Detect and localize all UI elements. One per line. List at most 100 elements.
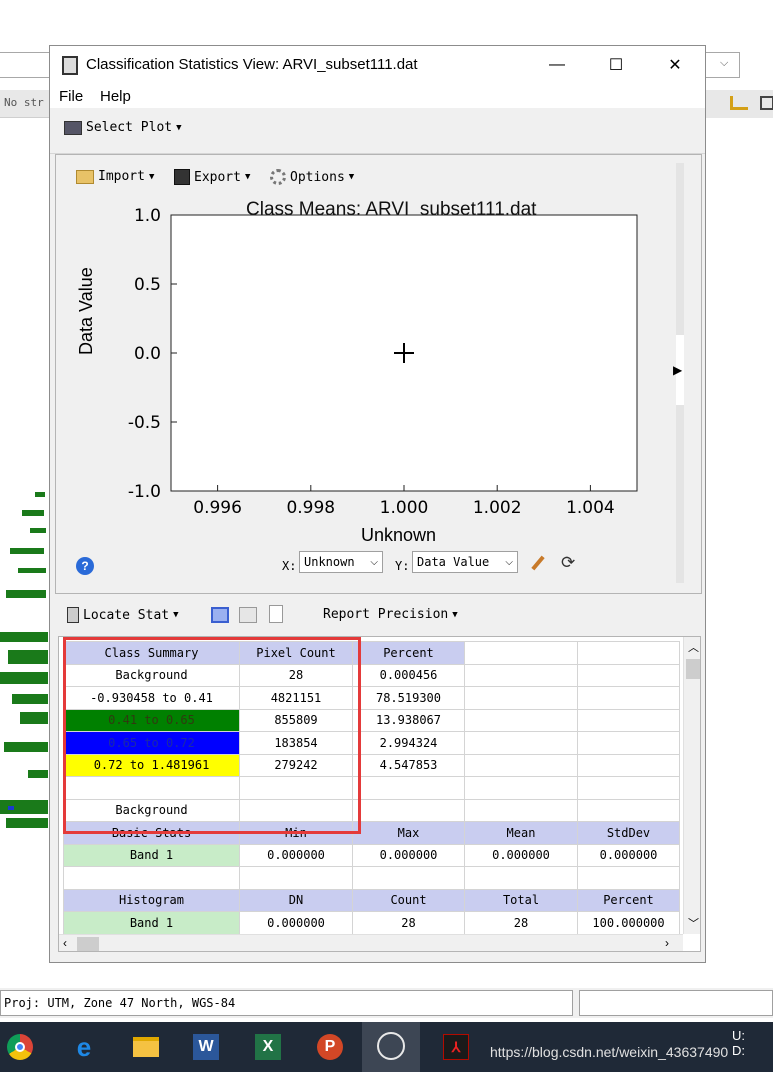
band-label[interactable]: Band 1 xyxy=(63,843,240,867)
pixel-count[interactable]: 279242 xyxy=(239,753,353,777)
class-label[interactable]: -0.930458 to 0.41 xyxy=(63,686,240,710)
stat-min[interactable]: 0.000000 xyxy=(239,843,353,867)
stat-max[interactable]: 0.000000 xyxy=(352,843,465,867)
column-header[interactable]: Percent xyxy=(352,641,465,665)
brush-icon[interactable] xyxy=(528,553,546,571)
minimize-button[interactable]: — xyxy=(534,46,580,84)
taskbar: e W X P ⅄ https://blog.csdn.net/weixin_4… xyxy=(0,1022,773,1072)
stat-mean[interactable]: 0.000000 xyxy=(464,843,578,867)
envi-icon xyxy=(377,1032,405,1060)
section-label[interactable]: Background xyxy=(63,798,240,822)
envi-taskbar-active[interactable] xyxy=(362,1022,420,1072)
chevron-right-icon[interactable]: › xyxy=(665,936,669,950)
excel-icon[interactable]: X xyxy=(250,1029,286,1065)
copy-icon[interactable] xyxy=(269,605,283,623)
refresh-icon[interactable]: ⟳ xyxy=(561,553,575,573)
window-title: Classification Statistics View: ARVI_sub… xyxy=(86,56,418,73)
report-precision-button[interactable]: Report Precision ▼ xyxy=(323,607,458,622)
column-header[interactable]: Mean xyxy=(464,821,578,845)
chevron-down-icon[interactable]: ﹀ xyxy=(688,915,699,931)
menu-help[interactable]: Help xyxy=(100,88,131,105)
system-tray: U: D: xyxy=(732,1028,745,1058)
table-horizontal-scrollbar[interactable]: ‹ › xyxy=(59,934,683,951)
y-tick-label: -0.5 xyxy=(128,413,161,433)
table-row: Band 1 0.000000 0.000000 0.000000 0.0000… xyxy=(63,843,680,867)
pixel-count[interactable]: 28 xyxy=(239,663,353,687)
hist-total[interactable]: 28 xyxy=(464,911,578,935)
select-plot-button[interactable]: Select Plot ▼ xyxy=(64,120,182,135)
status-field-right xyxy=(579,990,773,1016)
class-label[interactable]: 0.72 to 1.481961 xyxy=(63,753,240,777)
column-header[interactable]: StdDev xyxy=(577,821,680,845)
column-header[interactable]: Max xyxy=(352,821,465,845)
band-label[interactable]: Band 1 xyxy=(63,911,240,935)
column-header[interactable]: Total xyxy=(464,888,578,912)
edge-icon[interactable]: e xyxy=(66,1029,102,1065)
percent[interactable]: 13.938067 xyxy=(352,708,465,732)
select-plot-label: Select Plot xyxy=(86,120,173,135)
tray-text: U: xyxy=(732,1028,745,1043)
column-header[interactable]: Min xyxy=(239,821,353,845)
table-vertical-scrollbar[interactable]: ︿ ﹀ xyxy=(683,637,700,934)
table-row: -0.930458 to 0.41 4821151 78.519300 xyxy=(63,686,680,710)
class-label[interactable]: 0.65 to 0.72 xyxy=(63,731,240,755)
y-selector-label: Y: xyxy=(395,559,410,573)
menu-bar: File Help xyxy=(50,84,705,108)
hist-percent[interactable]: 100.000000 xyxy=(577,911,680,935)
column-header[interactable]: Class Summary xyxy=(63,641,240,665)
percent[interactable]: 2.994324 xyxy=(352,731,465,755)
chrome-icon[interactable] xyxy=(2,1029,38,1065)
word-icon[interactable]: W xyxy=(188,1029,224,1065)
y-tick-label: -1.0 xyxy=(128,482,161,502)
menu-file[interactable]: File xyxy=(59,88,83,105)
ruler-icon xyxy=(730,96,748,110)
column-header[interactable]: Percent xyxy=(577,888,680,912)
acrobat-icon[interactable]: ⅄ xyxy=(438,1029,474,1065)
chart-svg[interactable]: 0.996 0.998 1.000 1.002 1.004 1.0 0.5 0.0 -0.5 -1… xyxy=(56,155,676,555)
pixel-count[interactable]: 855809 xyxy=(239,708,353,732)
pixel-count[interactable]: 4821151 xyxy=(239,686,353,710)
scrollbar-thumb[interactable] xyxy=(686,659,700,679)
title-bar: Classification Statistics View: ARVI_sub… xyxy=(50,46,705,84)
table-view-icon[interactable] xyxy=(211,607,229,623)
chevron-down-icon: ⌵ xyxy=(370,556,378,568)
maximize-button[interactable]: ☐ xyxy=(593,46,639,84)
hist-dn[interactable]: 0.000000 xyxy=(239,911,353,935)
y-axis-select[interactable]: Data Value ⌵ xyxy=(412,551,518,573)
chevron-left-icon[interactable]: ‹ xyxy=(63,936,67,950)
collapse-arrow-icon[interactable]: ▶ xyxy=(673,363,682,377)
close-button[interactable]: ✕ xyxy=(652,46,698,84)
powerpoint-icon[interactable]: P xyxy=(312,1029,348,1065)
background-combo-left xyxy=(0,52,50,78)
table-row: Basic Stats Min Max Mean StdDev xyxy=(63,821,680,845)
help-icon[interactable]: ? xyxy=(76,557,94,575)
column-header[interactable]: Count xyxy=(352,888,465,912)
stat-stddev[interactable]: 0.000000 xyxy=(577,843,680,867)
column-header[interactable]: DN xyxy=(239,888,353,912)
chevron-down-icon: ▼ xyxy=(452,609,458,620)
background-combo-right: ⌵ xyxy=(706,52,740,78)
chevron-up-icon[interactable]: ︿ xyxy=(688,639,699,655)
status-bar: Proj: UTM, Zone 47 North, WGS-84 xyxy=(0,988,773,1018)
x-axis-select[interactable]: Unknown ⌵ xyxy=(299,551,383,573)
scrollbar-thumb[interactable] xyxy=(77,937,99,951)
hist-count[interactable]: 28 xyxy=(352,911,465,935)
table-row: Histogram DN Count Total Percent xyxy=(63,888,680,912)
classification-stats-window: Classification Statistics View: ARVI_sub… xyxy=(49,45,706,963)
column-header[interactable]: Pixel Count xyxy=(239,641,353,665)
percent[interactable]: 4.547853 xyxy=(352,753,465,777)
file-explorer-icon[interactable] xyxy=(128,1029,164,1065)
table-row: Background xyxy=(63,798,680,822)
class-label[interactable]: 0.41 to 0.65 xyxy=(63,708,240,732)
column-header[interactable]: Histogram xyxy=(63,888,240,912)
grid-view-icon[interactable] xyxy=(239,607,257,623)
pixel-count[interactable]: 183854 xyxy=(239,731,353,755)
percent[interactable]: 0.000456 xyxy=(352,663,465,687)
locate-stat-button[interactable]: Locate Stat ▼ xyxy=(67,607,179,623)
percent[interactable]: 78.519300 xyxy=(352,686,465,710)
y-tick-label: 1.0 xyxy=(134,206,161,226)
column-header[interactable]: Basic Stats xyxy=(63,821,240,845)
class-label[interactable]: Background xyxy=(63,663,240,687)
x-tick-label: 1.002 xyxy=(473,498,522,518)
table-row xyxy=(63,776,680,800)
